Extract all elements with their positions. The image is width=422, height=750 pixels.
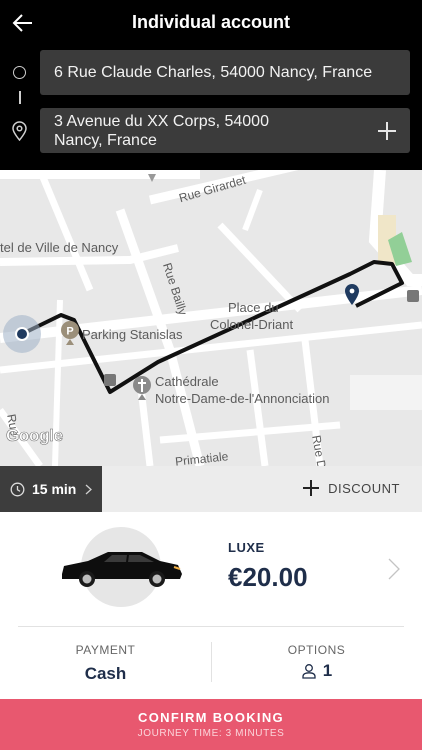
svg-text:P: P — [66, 326, 73, 338]
confirm-booking-label: CONFIRM BOOKING — [138, 710, 284, 725]
options-count: 1 — [322, 661, 333, 680]
route-connector — [19, 91, 21, 104]
vehicle-price: €20.00 — [228, 562, 308, 592]
divider — [18, 626, 404, 627]
pickup-address-field[interactable]: 6 Rue Claude Charles, 54000 Nancy, Franc… — [40, 50, 410, 95]
person-icon — [302, 664, 316, 679]
header: Individual account 6 Rue Claude Charles,… — [0, 0, 422, 170]
options-button[interactable]: 1 — [211, 661, 422, 681]
map-label-cathedrale-1: Cathédrale — [155, 374, 219, 389]
vehicle-selector[interactable]: LUXE €20.00 — [0, 512, 422, 626]
payment-value[interactable]: Cash — [0, 664, 211, 684]
discount-button[interactable]: DISCOUNT — [302, 479, 400, 497]
dropoff-address-line2: Nancy, France — [54, 132, 157, 149]
chevron-right-icon[interactable] — [388, 558, 400, 580]
options-label: OPTIONS — [287, 643, 346, 657]
map-label-cathedrale-2: Notre-Dame-de-l'Annonciation — [155, 391, 330, 406]
clock-icon — [10, 482, 25, 496]
duration-button[interactable]: 15 min — [0, 466, 102, 512]
dropoff-address-line1: 3 Avenue du XX Corps, 54000 — [54, 113, 269, 130]
pickup-address-text: 6 Rue Claude Charles, 54000 Nancy, Franc… — [54, 64, 373, 81]
map-view[interactable]: P Rue Girardet tel de Ville de Nancy Rue… — [0, 170, 422, 466]
map-label-hotel-ville: tel de Ville de Nancy — [0, 240, 119, 255]
dropoff-address-field[interactable]: 3 Avenue du XX Corps, 54000 Nancy, Franc… — [40, 108, 410, 153]
journey-time-text: JOURNEY TIME: 3 MINUTES — [137, 728, 285, 739]
google-logo: Google — [6, 426, 64, 446]
duration-text: 15 min — [32, 481, 77, 497]
plus-icon — [303, 480, 320, 496]
car-icon — [62, 552, 182, 587]
trip-info-bar: 15 min DISCOUNT — [0, 466, 422, 512]
chevron-right-icon — [85, 484, 93, 494]
location-pin-icon — [12, 121, 27, 141]
confirm-booking-button[interactable]: CONFIRM BOOKING JOURNEY TIME: 3 MINUTES — [0, 699, 422, 750]
map-label-place-du: Place du — [228, 300, 279, 315]
map-label-parking: Parking Stanislas — [82, 327, 183, 342]
add-stop-plus-icon[interactable] — [376, 120, 398, 142]
screen: Individual account 6 Rue Claude Charles,… — [0, 0, 422, 750]
map-label-colonel-driant: Colonel-Driant — [210, 317, 294, 332]
payment-label: PAYMENT — [75, 643, 136, 657]
page-title: Individual account — [131, 12, 291, 32]
discount-label: DISCOUNT — [328, 480, 400, 496]
pickup-dot-icon — [13, 66, 26, 79]
vehicle-class: LUXE — [228, 540, 265, 555]
